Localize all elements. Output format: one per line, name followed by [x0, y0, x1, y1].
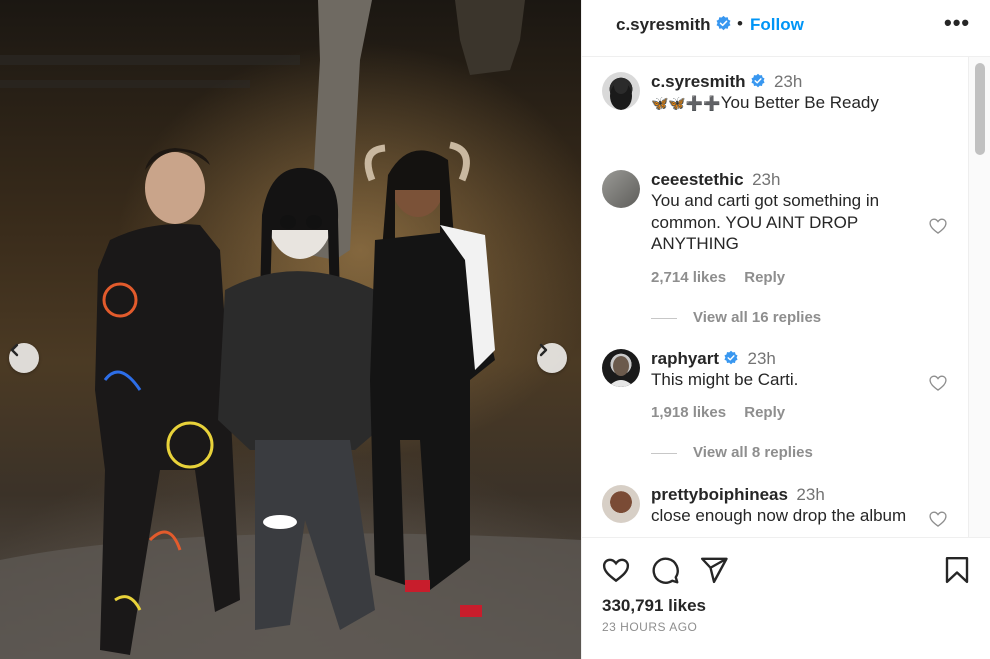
comment-username[interactable]: raphyart — [651, 349, 719, 368]
reply-button[interactable]: Reply — [744, 269, 785, 286]
post-header: c.syresmith • Follow ••• — [582, 0, 990, 57]
comment-avatar[interactable] — [602, 349, 640, 387]
comment-like-heart-icon[interactable] — [928, 509, 948, 529]
avatar-image — [610, 78, 632, 110]
post-details-panel: c.syresmith • Follow ••• c.syresmith 23h… — [581, 0, 990, 659]
scrollbar-thumb[interactable] — [975, 63, 985, 155]
comment-item: ceeestethic 23h You and carti got someth… — [651, 170, 921, 255]
replies-divider — [651, 452, 677, 454]
comments-list[interactable]: c.syresmith 23h 🦋🦋➕➕You Better Be Ready … — [582, 57, 968, 537]
chevron-right-icon — [539, 343, 548, 357]
caption-text: You Better Be Ready — [720, 93, 879, 112]
comment-item: prettyboiphineas 23h close enough now dr… — [651, 485, 941, 527]
comment-likes[interactable]: 1,918 likes — [651, 404, 726, 421]
heart-icon[interactable] — [601, 555, 631, 585]
caption-username[interactable]: c.syresmith — [651, 72, 746, 91]
post-likes-count[interactable]: 330,791 likes — [602, 596, 706, 616]
comment-time[interactable]: 23h — [747, 349, 775, 368]
comment-like-heart-icon[interactable] — [928, 373, 948, 393]
caption-avatar[interactable] — [602, 72, 640, 110]
view-replies-button[interactable]: View all 16 replies — [651, 309, 821, 326]
comments-scrollbar[interactable] — [968, 57, 990, 537]
bookmark-icon[interactable] — [942, 555, 972, 585]
verified-badge-icon — [724, 350, 738, 365]
comment-likes[interactable]: 2,714 likes — [651, 269, 726, 286]
chevron-left-icon — [10, 343, 19, 357]
comment-avatar[interactable] — [602, 170, 640, 208]
view-replies-label: View all 16 replies — [693, 309, 822, 326]
header-username[interactable]: c.syresmith — [616, 15, 711, 34]
comment-meta: 2,714 likes Reply — [651, 269, 799, 286]
replies-divider — [651, 317, 677, 319]
more-options-button[interactable]: ••• — [944, 10, 970, 36]
caption-time[interactable]: 23h — [774, 72, 802, 91]
comment-time[interactable]: 23h — [796, 485, 824, 504]
reply-button[interactable]: Reply — [744, 404, 785, 421]
view-replies-button[interactable]: View all 8 replies — [651, 444, 813, 461]
comment-username[interactable]: ceeestethic — [651, 170, 744, 189]
post-photo[interactable] — [0, 0, 581, 659]
post-actions: 330,791 likes 23 HOURS AGO — [582, 537, 990, 659]
comment-bubble-icon[interactable] — [650, 555, 680, 585]
comment-avatar[interactable] — [602, 485, 640, 523]
post-timestamp[interactable]: 23 HOURS AGO — [602, 620, 697, 634]
header-username-link[interactable]: c.syresmith — [616, 15, 732, 35]
follow-button[interactable]: Follow — [750, 15, 804, 35]
comment-text: close enough now drop the album — [651, 506, 907, 525]
previous-photo-button[interactable] — [9, 343, 39, 373]
view-replies-label: View all 8 replies — [693, 444, 813, 461]
verified-badge-icon — [716, 15, 730, 31]
paper-plane-icon[interactable] — [699, 555, 729, 585]
comment-text: This might be Carti. — [651, 370, 799, 389]
comment-time[interactable]: 23h — [752, 170, 780, 189]
comment-username[interactable]: prettyboiphineas — [651, 485, 788, 504]
comment-meta: 1,918 likes Reply — [651, 404, 799, 421]
caption: c.syresmith 23h 🦋🦋➕➕You Better Be Ready — [651, 72, 921, 115]
comment-text: You and carti got something in common. Y… — [651, 191, 880, 253]
caption-emoji: 🦋🦋➕➕ — [651, 95, 721, 111]
next-photo-button[interactable] — [537, 343, 567, 373]
comment-item: raphyart 23h This might be Carti. — [651, 349, 921, 391]
avatar-image — [608, 356, 634, 387]
photo-scene — [0, 0, 581, 659]
comment-like-heart-icon[interactable] — [928, 216, 948, 236]
verified-badge-icon — [750, 73, 765, 88]
header-separator: • — [737, 14, 743, 33]
